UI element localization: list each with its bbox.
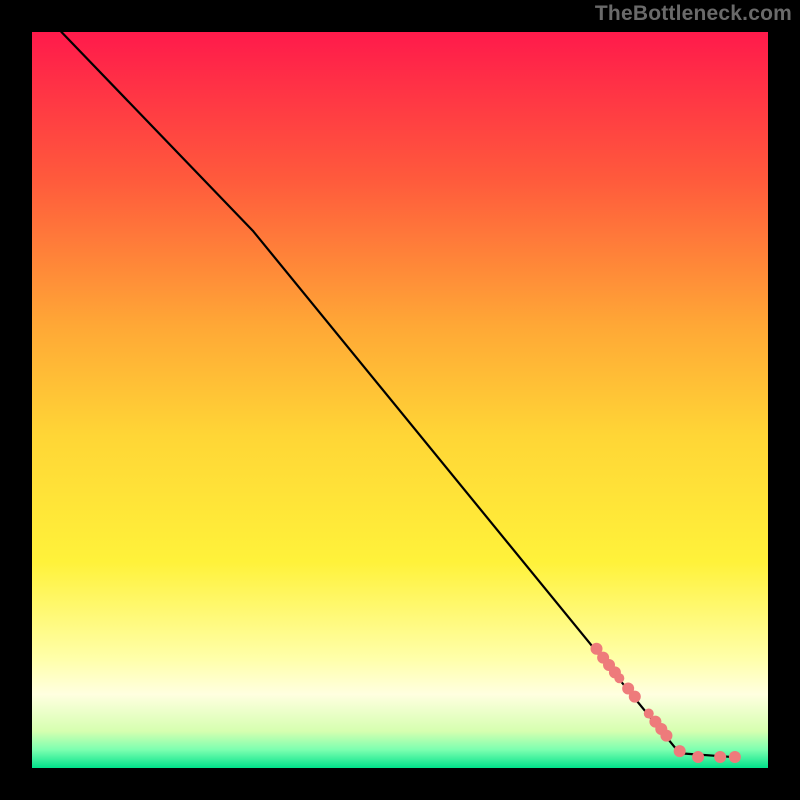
data-point [729,751,741,763]
data-point [714,751,726,763]
plot-area [32,32,768,768]
gradient-background [32,32,768,768]
data-point [692,751,704,763]
data-point [614,673,624,683]
chart-svg [32,32,768,768]
watermark-text: TheBottleneck.com [595,2,792,26]
data-point [660,730,672,742]
data-point [674,745,686,757]
data-point [629,691,641,703]
chart-frame: TheBottleneck.com [0,0,800,800]
